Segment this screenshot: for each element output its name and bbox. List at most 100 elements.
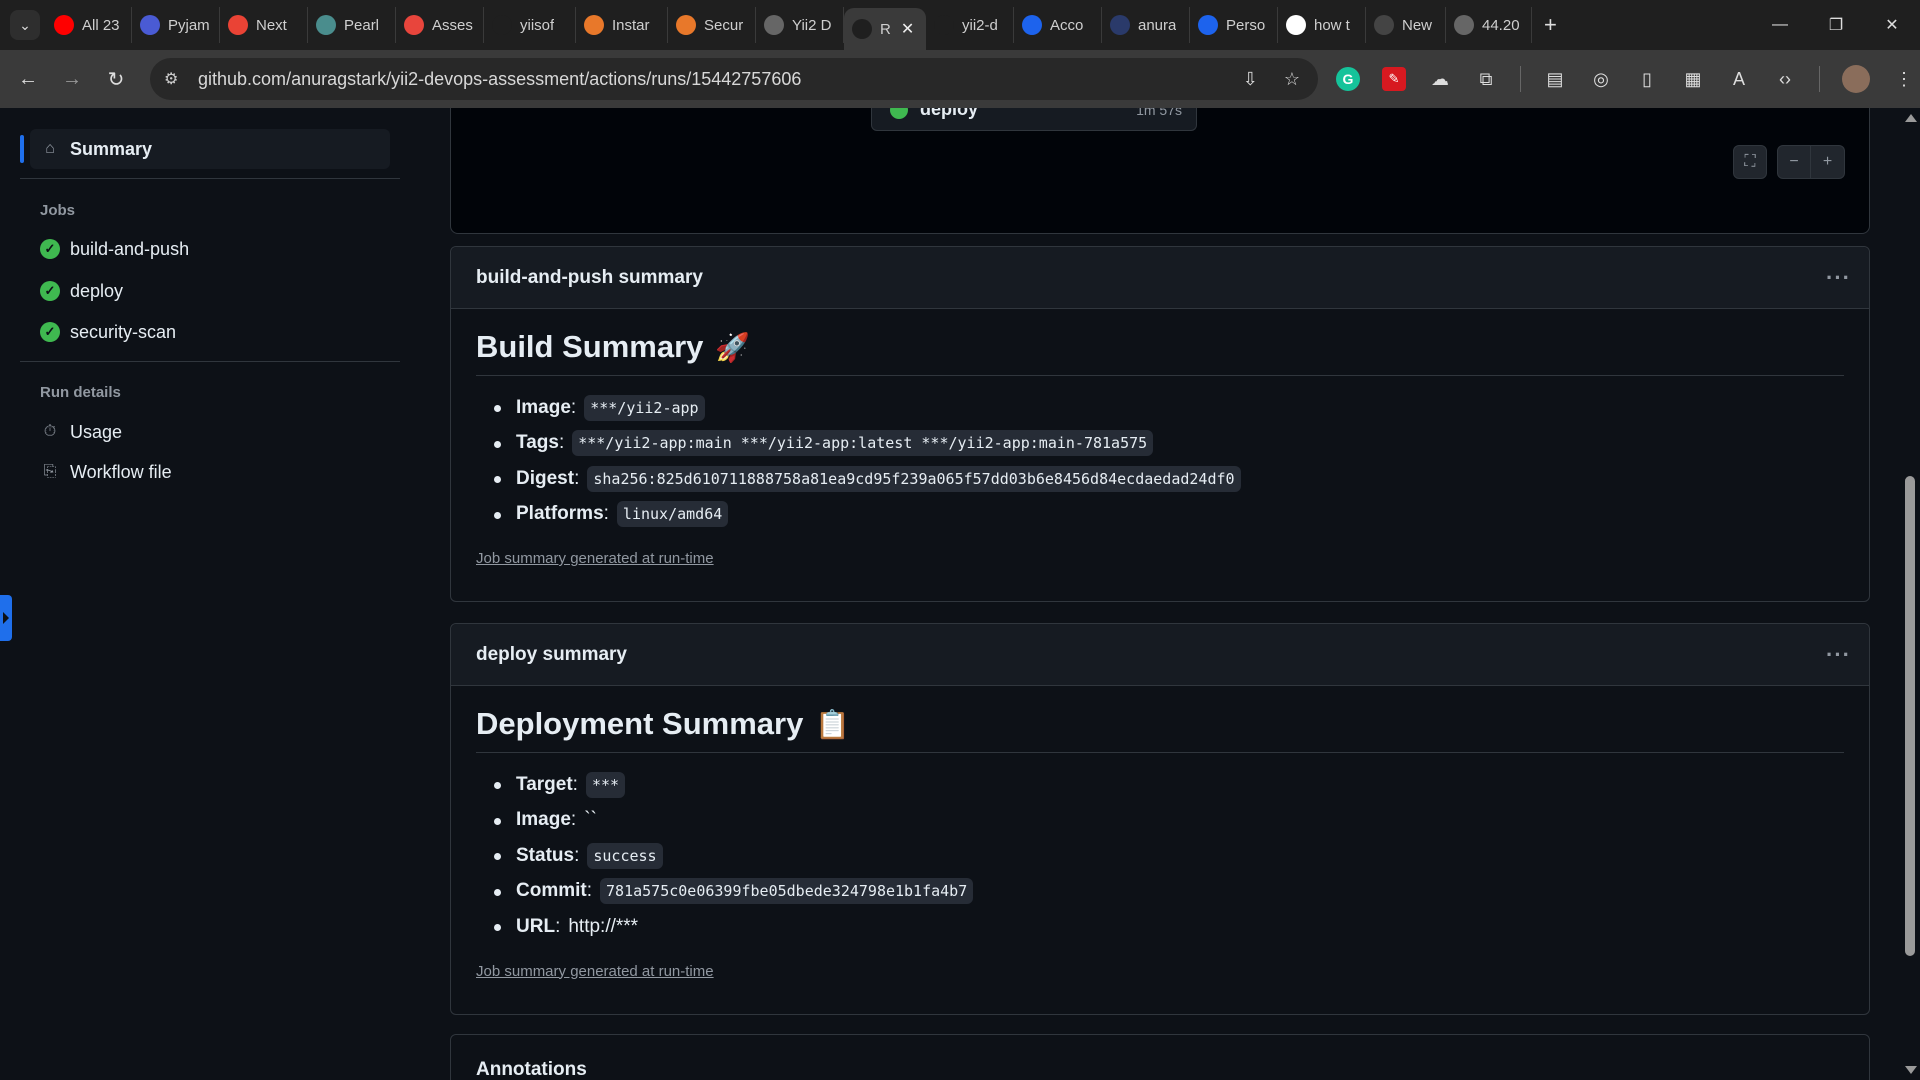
scroll-up-icon[interactable]: [1905, 114, 1917, 122]
url-host: github.com: [198, 68, 287, 89]
browser-tab[interactable]: anura: [1102, 7, 1190, 43]
browser-tab-bar: ⌄ All 23 Pyjam Next Pearl Asses yiisof Instar S…: [0, 0, 1920, 50]
item-value: http://***: [568, 915, 639, 937]
close-tab-icon[interactable]: ✕: [901, 19, 914, 39]
devtools-icon[interactable]: ‹›: [1773, 67, 1797, 91]
item-value: ***: [585, 771, 626, 798]
browser-tab[interactable]: Pyjam: [132, 7, 220, 43]
file-code-icon: ⎘: [43, 463, 57, 480]
gmail-icon: [228, 15, 248, 35]
install-app-icon[interactable]: ⇩: [1243, 69, 1258, 90]
item-key: Status: [516, 844, 575, 866]
browser-tab[interactable]: Perso: [1190, 7, 1278, 43]
item-separator: :: [574, 844, 580, 866]
docker-icon: [1022, 15, 1042, 35]
item-value: 781a575c0e06399fbe05dbede324798e1b1fa4b7: [600, 878, 974, 905]
forward-icon[interactable]: →: [50, 57, 94, 101]
profile-avatar[interactable]: [1842, 65, 1870, 93]
sidebar-item-label: Usage: [70, 421, 123, 442]
job-summary-link[interactable]: Job summary generated at run-time: [476, 963, 1844, 980]
browser-tab[interactable]: Next: [220, 7, 308, 43]
sidebar-panel-icon[interactable]: ▤: [1543, 67, 1567, 91]
graph-job-node[interactable]: deploy 1m 57s: [871, 108, 1197, 131]
browser-tab[interactable]: Acco: [1014, 7, 1102, 43]
sidebar-item-label: build-and-push: [70, 238, 190, 259]
summary-list-item: Platforms: linux/amd64: [494, 497, 1844, 533]
github-actions-icon: [852, 19, 872, 39]
browser-tab[interactable]: Secur: [668, 7, 756, 43]
zoom-out-icon[interactable]: −: [1777, 145, 1811, 179]
extension-cloud-icon[interactable]: ☁: [1428, 67, 1452, 91]
summary-list-item: Tags: ***/yii2-app:main ***/yii2-app:late…: [494, 426, 1844, 462]
browser-tab[interactable]: New: [1366, 7, 1446, 43]
scroll-down-icon[interactable]: [1905, 1066, 1917, 1074]
kebab-menu-icon[interactable]: ···: [1826, 642, 1851, 668]
tab-search-button[interactable]: ⌄: [10, 10, 40, 40]
extension-red-icon[interactable]: ✎: [1382, 67, 1406, 91]
site-info-icon[interactable]: ⚙: [164, 69, 186, 89]
screenshot-icon[interactable]: ◎: [1589, 67, 1613, 91]
back-icon[interactable]: ←: [6, 57, 50, 101]
browser-tab[interactable]: Yii2 D: [756, 7, 844, 43]
active-indicator: [20, 135, 24, 163]
restore-icon[interactable]: ❐: [1808, 0, 1864, 50]
browser-tab[interactable]: All 23: [46, 7, 132, 43]
browser-tab[interactable]: 44.20: [1446, 7, 1532, 43]
browser-tab[interactable]: yiisof: [484, 7, 576, 43]
page-scrollbar[interactable]: [1900, 108, 1920, 1080]
bookmark-star-icon[interactable]: ☆: [1284, 69, 1300, 90]
tab-title: Acco: [1050, 16, 1084, 34]
globe-icon: [1454, 15, 1474, 35]
zoom-in-icon[interactable]: +: [1811, 145, 1845, 179]
address-bar[interactable]: ⚙ github.com/anuragstark/yii2-devops-ass…: [150, 58, 1318, 100]
browser-menu-icon[interactable]: ⋮: [1892, 67, 1916, 91]
item-value: success: [587, 842, 663, 869]
extensions-puzzle-icon[interactable]: ⧉: [1474, 67, 1498, 91]
tab-title: R: [880, 20, 891, 38]
item-separator: :: [603, 503, 609, 525]
grammarly-icon[interactable]: G: [1336, 67, 1360, 91]
translate-icon[interactable]: A: [1727, 67, 1751, 91]
globe-icon: [764, 15, 784, 35]
kebab-menu-icon[interactable]: ···: [1826, 265, 1851, 291]
fullscreen-icon[interactable]: ⛶: [1733, 145, 1767, 179]
item-value: ``: [584, 809, 597, 831]
success-check-icon: ✓: [40, 239, 60, 259]
item-key: Tags: [516, 432, 559, 454]
new-tab-button[interactable]: +: [1544, 12, 1557, 38]
browser-tab[interactable]: yii2-d: [926, 7, 1014, 43]
url-text[interactable]: github.com/anuragstark/yii2-devops-asses…: [198, 69, 801, 90]
browser-tab[interactable]: Asses: [396, 7, 484, 43]
minimize-icon[interactable]: —: [1752, 0, 1808, 50]
sidebar-item-usage[interactable]: ⏱ Usage: [20, 412, 390, 452]
sidebar-expand-handle[interactable]: [0, 595, 12, 641]
browser-tab[interactable]: R ✕: [844, 8, 926, 50]
tab-title: All 23: [82, 16, 120, 34]
summary-list: Target: *** Image: `` Status: success Commit:7…: [476, 767, 1844, 945]
sidebar-item-workflow-file[interactable]: ⎘ Workflow file: [20, 452, 390, 492]
graph-controls: ⛶ − +: [1733, 145, 1845, 179]
item-separator: :: [586, 880, 593, 902]
item-key: Commit: [516, 880, 587, 902]
item-value: ***/yii2-app: [584, 394, 705, 421]
sidebar-item-security-scan[interactable]: ✓ security-scan: [20, 312, 390, 352]
job-summary-link[interactable]: Job summary generated at run-time: [476, 550, 1844, 567]
qr-code-icon[interactable]: ▦: [1681, 67, 1705, 91]
sidebar-item-summary[interactable]: ⌂ Summary: [30, 129, 390, 169]
rocket-icon: 🚀: [715, 331, 751, 363]
scroll-thumb[interactable]: [1905, 476, 1915, 956]
tab-title: Secur: [704, 16, 744, 34]
pyjama-icon: [140, 15, 160, 35]
chrome-icon: [1374, 15, 1394, 35]
sidebar-item-build-and-push[interactable]: ✓ build-and-push: [20, 229, 390, 269]
reading-mode-icon[interactable]: ▯: [1635, 67, 1659, 91]
browser-tab[interactable]: Instar: [576, 7, 668, 43]
browser-tab[interactable]: how t: [1278, 7, 1366, 43]
workflow-graph: deploy 1m 57s ⛶ − +: [450, 108, 1870, 234]
browser-tab[interactable]: Pearl: [308, 7, 396, 43]
sidebar-item-deploy[interactable]: ✓ deploy: [20, 271, 390, 311]
reload-icon[interactable]: ↻: [94, 57, 138, 101]
extensions-row: G ✎ ☁ ⧉ ▤ ◎ ▯ ▦ A ‹› ⋮: [1336, 50, 1916, 108]
close-window-icon[interactable]: ✕: [1864, 0, 1920, 50]
aws-icon: [584, 15, 604, 35]
